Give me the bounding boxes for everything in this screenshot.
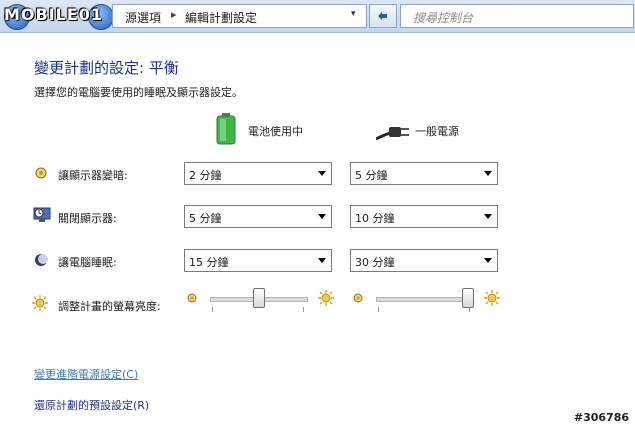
brightness-low-icon bbox=[353, 293, 363, 303]
battery-icon bbox=[216, 113, 236, 145]
refresh-button[interactable] bbox=[369, 4, 397, 28]
slider-tick bbox=[303, 307, 304, 312]
chevron-down-icon[interactable]: ▾ bbox=[351, 9, 356, 19]
brightness-label: 調整計畫的螢幕亮度: bbox=[58, 300, 161, 313]
page-subtitle: 選擇您的電腦要使用的睡眠及顯示器設定。 bbox=[34, 86, 243, 99]
chevron-down-icon bbox=[318, 214, 326, 219]
search-input[interactable]: 搜尋控制台 bbox=[400, 4, 634, 28]
watermark-logo: MOBILE01 bbox=[4, 5, 104, 24]
sleep-battery-select[interactable]: 15 分鐘 bbox=[184, 249, 332, 272]
chevron-down-icon bbox=[318, 258, 326, 263]
brightness-high-icon bbox=[484, 290, 500, 306]
chevron-down-icon bbox=[318, 171, 326, 176]
dim-display-battery-select[interactable]: 2 分鐘 bbox=[184, 162, 332, 185]
select-value: 5 分鐘 bbox=[189, 212, 222, 225]
refresh-icon bbox=[378, 12, 387, 20]
dim-display-plugged-select[interactable]: 5 分鐘 bbox=[350, 162, 498, 185]
plugged-column-label: 一般電源 bbox=[415, 125, 459, 138]
page-title: 變更計劃的設定: 平衡 bbox=[34, 59, 179, 77]
select-value: 15 分鐘 bbox=[189, 256, 229, 269]
turn-off-display-label: 關閉顯示器: bbox=[58, 212, 117, 225]
turn-off-display-battery-select[interactable]: 5 分鐘 bbox=[184, 205, 332, 228]
address-bar[interactable]: 源選項 ▸ 編輯計劃設定 ▾ bbox=[112, 4, 367, 28]
select-value: 5 分鐘 bbox=[355, 169, 388, 182]
brightness-high-icon bbox=[318, 290, 334, 306]
brightness-low-icon bbox=[187, 293, 197, 303]
chevron-down-icon bbox=[484, 214, 492, 219]
select-value: 2 分鐘 bbox=[189, 169, 222, 182]
chevron-down-icon bbox=[484, 171, 492, 176]
window-toolbar: MOBILE01 源選項 ▸ 編輯計劃設定 ▾ 搜尋控制台 bbox=[0, 0, 635, 33]
plugged-brightness-thumb[interactable] bbox=[462, 288, 474, 308]
search-placeholder: 搜尋控制台 bbox=[413, 11, 474, 25]
plugged-brightness-track[interactable] bbox=[376, 297, 474, 302]
main-content: 變更計劃的設定: 平衡 選擇您的電腦要使用的睡眠及顯示器設定。 電池使用中 一般… bbox=[0, 33, 635, 428]
breadcrumb-edit-plan[interactable]: 編輯計劃設定 bbox=[185, 9, 257, 26]
monitor-clock-icon bbox=[33, 207, 51, 222]
breadcrumb-power-options[interactable]: 源選項 bbox=[125, 9, 161, 26]
sun-icon bbox=[32, 295, 48, 311]
slider-tick bbox=[212, 307, 213, 312]
battery-brightness-thumb[interactable] bbox=[253, 288, 265, 308]
sleep-label: 讓電腦睡眠: bbox=[58, 256, 117, 269]
sleep-plugged-select[interactable]: 30 分鐘 bbox=[350, 249, 498, 272]
dim-display-label: 讓顯示器變暗: bbox=[58, 169, 128, 182]
restore-defaults-link[interactable]: 還原計劃的預設設定(R) bbox=[34, 397, 149, 413]
turn-off-display-plugged-select[interactable]: 10 分鐘 bbox=[350, 205, 498, 228]
dim-display-icon bbox=[35, 167, 47, 179]
chevron-down-icon bbox=[484, 258, 492, 263]
breadcrumb-separator: ▸ bbox=[171, 8, 177, 21]
battery-column-label: 電池使用中 bbox=[248, 125, 303, 138]
select-value: 10 分鐘 bbox=[355, 212, 395, 225]
power-plug-icon bbox=[376, 127, 409, 141]
moon-icon bbox=[35, 254, 48, 266]
advanced-settings-link[interactable]: 變更進階電源設定(C) bbox=[34, 366, 138, 382]
watermark-id: #306786 bbox=[573, 411, 629, 424]
select-value: 30 分鐘 bbox=[355, 256, 395, 269]
slider-tick bbox=[469, 307, 470, 312]
slider-tick bbox=[378, 307, 379, 312]
